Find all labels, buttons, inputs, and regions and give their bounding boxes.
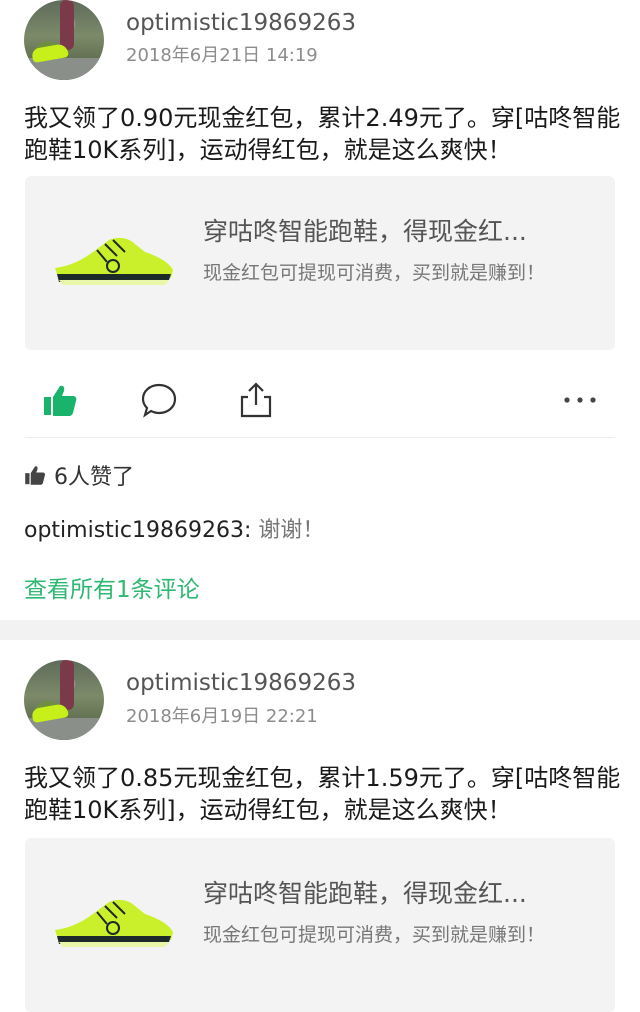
post-text: 我又领了0.85元现金红包，累计1.59元了。穿[咕咚智能跑鞋10K系列]，运动… xyxy=(24,764,621,824)
comment-author[interactable]: optimistic19869263 xyxy=(24,518,244,543)
share-button[interactable] xyxy=(234,378,278,422)
card-title: 穿咕咚智能跑鞋，得现金红... xyxy=(203,879,527,908)
thumbs-up-icon xyxy=(44,385,77,416)
comment-text: 谢谢！ xyxy=(258,518,325,543)
comment-separator: : xyxy=(243,518,259,543)
comment-button[interactable] xyxy=(137,378,181,422)
more-button[interactable] xyxy=(558,378,602,422)
feed-post: optimistic19869263 2018年6月19日 22:21 我又领了… xyxy=(0,640,640,1012)
link-card[interactable]: 穿咕咚智能跑鞋，得现金红... 现金红包可提现可消费，买到就是赚到！ xyxy=(25,176,615,350)
running-shoe-image xyxy=(55,237,173,285)
card-title: 穿咕咚智能跑鞋，得现金红... xyxy=(203,217,527,246)
like-button[interactable] xyxy=(38,378,82,422)
post-timestamp: 2018年6月21日 14:19 xyxy=(126,45,318,66)
comment-item[interactable]: optimistic19869263: 谢谢！ xyxy=(24,512,324,544)
card-description: 现金红包可提现可消费，买到就是赚到！ xyxy=(203,924,546,946)
running-shoe-image xyxy=(55,899,173,947)
comment-bubble-icon xyxy=(141,383,177,418)
likes-count: 6人赞了 xyxy=(54,465,134,490)
action-bar xyxy=(0,378,640,432)
thumbs-up-icon xyxy=(25,466,46,485)
view-all-comments-link[interactable]: 查看所有1条评论 xyxy=(24,570,200,604)
post-text: 我又领了0.90元现金红包，累计2.49元了。穿[咕咚智能跑鞋10K系列]，运动… xyxy=(24,104,621,164)
more-dots-icon xyxy=(564,397,596,403)
share-icon xyxy=(240,382,272,418)
card-description: 现金红包可提现可消费，买到就是赚到！ xyxy=(203,262,546,284)
feed-post: optimistic19869263 2018年6月21日 14:19 我又领了… xyxy=(0,0,640,620)
divider xyxy=(25,437,615,438)
link-card[interactable]: 穿咕咚智能跑鞋，得现金红... 现金红包可提现可消费，买到就是赚到！ xyxy=(25,838,615,1012)
username[interactable]: optimistic19869263 xyxy=(126,670,356,696)
user-avatar[interactable] xyxy=(24,0,104,80)
username[interactable]: optimistic19869263 xyxy=(126,10,356,36)
user-avatar[interactable] xyxy=(24,660,104,740)
likes-summary[interactable]: 6人赞了 xyxy=(24,458,134,492)
post-separator xyxy=(0,620,640,640)
post-timestamp: 2018年6月19日 22:21 xyxy=(126,706,318,727)
